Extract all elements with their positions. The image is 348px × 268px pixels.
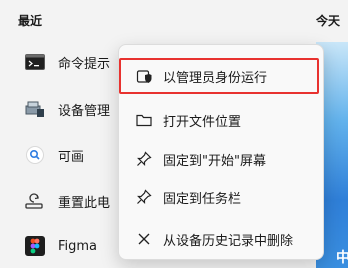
today-heading: 今天 [316, 14, 341, 28]
recent-item-figma[interactable]: Figma [24, 232, 97, 260]
folder-icon [135, 111, 153, 129]
menu-item-label: 固定到"开始"屏幕 [163, 153, 266, 169]
canva-icon [24, 144, 46, 166]
pin-icon [135, 188, 153, 206]
recent-item-label: 命令提示 [58, 56, 111, 72]
menu-item-label: 以管理员身份运行 [163, 70, 268, 86]
menu-item-remove-from-history[interactable]: 从设备历史记录中删除 [123, 221, 319, 257]
shield-icon [135, 67, 153, 85]
menu-item-pin-to-taskbar[interactable]: 固定到任务栏 [123, 179, 319, 215]
recent-item-label: Figma [58, 238, 98, 254]
thumbnail-glyph: 中 [336, 250, 348, 266]
menu-item-label: 打开文件位置 [163, 114, 242, 130]
recent-item-device-manager[interactable]: 设备管理 [24, 95, 110, 123]
recent-item-label: 可画 [58, 149, 85, 165]
menu-item-label: 从设备历史记录中删除 [163, 233, 294, 249]
pin-icon [135, 150, 153, 168]
device-manager-icon [24, 98, 46, 120]
menu-item-label: 固定到任务栏 [163, 191, 242, 207]
menu-item-open-file-location[interactable]: 打开文件位置 [123, 102, 319, 138]
recent-item-label: 设备管理 [58, 103, 111, 119]
recent-item-reset-pc[interactable]: 重置此电 [24, 187, 110, 215]
close-icon [135, 230, 153, 248]
recent-heading: 最近 [18, 14, 43, 28]
header: 最近 今天 [18, 12, 348, 30]
cmd-icon [24, 51, 46, 73]
recent-item-canva[interactable]: 可画 [24, 141, 84, 169]
menu-item-pin-to-start[interactable]: 固定到"开始"屏幕 [123, 141, 319, 177]
reset-pc-icon [24, 190, 46, 212]
menu-item-run-as-admin[interactable]: 以管理员身份运行 [119, 58, 319, 94]
figma-icon [24, 235, 46, 257]
recent-item-cmd[interactable]: 命令提示 [24, 48, 110, 76]
context-menu: 以管理员身份运行 打开文件位置 固定到"开始"屏幕 固定到任务栏 从设备历史记录… [118, 44, 324, 260]
recent-item-label: 重置此电 [58, 195, 111, 211]
